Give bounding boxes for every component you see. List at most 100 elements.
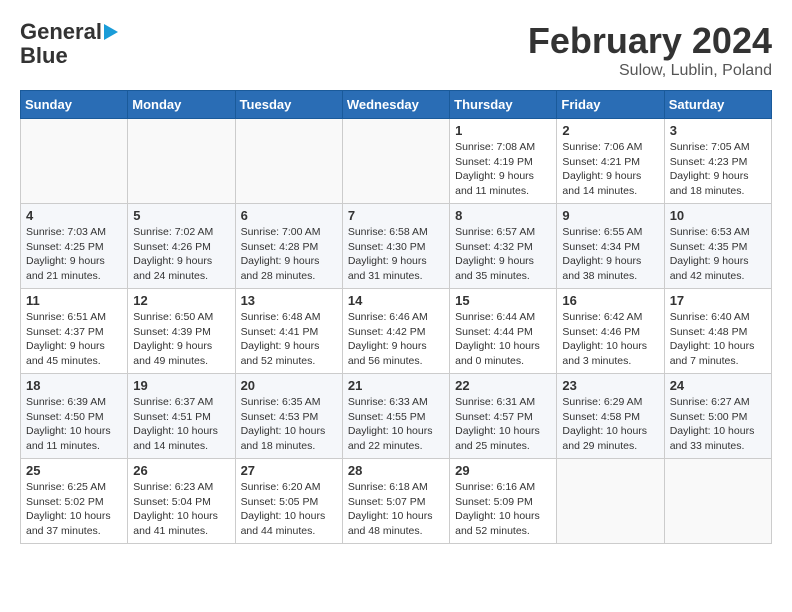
day-info: Sunrise: 7:06 AM Sunset: 4:21 PM Dayligh… <box>562 140 658 199</box>
header-saturday: Saturday <box>664 91 771 119</box>
calendar-cell: 29 Sunrise: 6:16 AM Sunset: 5:09 PM Dayli… <box>450 459 557 544</box>
logo: General Blue <box>20 20 118 68</box>
location: Sulow, Lublin, Poland <box>528 62 772 80</box>
day-number: 20 <box>241 378 337 393</box>
day-number: 6 <box>241 208 337 223</box>
page-header: General Blue February 2024 Sulow, Lublin… <box>20 20 772 80</box>
day-number: 2 <box>562 123 658 138</box>
day-info: Sunrise: 6:33 AM Sunset: 4:55 PM Dayligh… <box>348 395 444 454</box>
day-info: Sunrise: 6:23 AM Sunset: 5:04 PM Dayligh… <box>133 480 229 539</box>
calendar-header-row: SundayMondayTuesdayWednesdayThursdayFrid… <box>21 91 772 119</box>
calendar-cell: 14 Sunrise: 6:46 AM Sunset: 4:42 PM Dayli… <box>342 289 449 374</box>
calendar-week-1: 1 Sunrise: 7:08 AM Sunset: 4:19 PM Daylig… <box>21 119 772 204</box>
calendar-week-4: 18 Sunrise: 6:39 AM Sunset: 4:50 PM Dayli… <box>21 374 772 459</box>
day-number: 23 <box>562 378 658 393</box>
calendar-cell <box>664 459 771 544</box>
day-info: Sunrise: 6:42 AM Sunset: 4:46 PM Dayligh… <box>562 310 658 369</box>
day-number: 16 <box>562 293 658 308</box>
day-number: 27 <box>241 463 337 478</box>
calendar-cell: 27 Sunrise: 6:20 AM Sunset: 5:05 PM Dayli… <box>235 459 342 544</box>
day-number: 1 <box>455 123 551 138</box>
logo-text-blue: Blue <box>20 44 68 68</box>
calendar-table: SundayMondayTuesdayWednesdayThursdayFrid… <box>20 90 772 544</box>
day-number: 28 <box>348 463 444 478</box>
day-info: Sunrise: 6:58 AM Sunset: 4:30 PM Dayligh… <box>348 225 444 284</box>
calendar-cell: 28Sunrise: 6:18 AM Sunset: 5:07 PM Dayli… <box>342 459 449 544</box>
day-number: 12 <box>133 293 229 308</box>
calendar-cell: 7 Sunrise: 6:58 AM Sunset: 4:30 PM Daylig… <box>342 204 449 289</box>
header-tuesday: Tuesday <box>235 91 342 119</box>
day-number: 24 <box>670 378 766 393</box>
logo-text-general: General <box>20 20 102 44</box>
calendar-cell: 4 Sunrise: 7:03 AM Sunset: 4:25 PM Daylig… <box>21 204 128 289</box>
day-info: Sunrise: 6:40 AM Sunset: 4:48 PM Dayligh… <box>670 310 766 369</box>
day-number: 14 <box>348 293 444 308</box>
calendar-cell: 17 Sunrise: 6:40 AM Sunset: 4:48 PM Dayli… <box>664 289 771 374</box>
day-info: Sunrise: 7:03 AM Sunset: 4:25 PM Dayligh… <box>26 225 122 284</box>
calendar-cell: 8 Sunrise: 6:57 AM Sunset: 4:32 PM Daylig… <box>450 204 557 289</box>
day-number: 15 <box>455 293 551 308</box>
day-number: 11 <box>26 293 122 308</box>
calendar-cell: 2 Sunrise: 7:06 AM Sunset: 4:21 PM Daylig… <box>557 119 664 204</box>
day-number: 18 <box>26 378 122 393</box>
header-thursday: Thursday <box>450 91 557 119</box>
calendar-week-3: 11 Sunrise: 6:51 AM Sunset: 4:37 PM Dayli… <box>21 289 772 374</box>
calendar-cell: 9 Sunrise: 6:55 AM Sunset: 4:34 PM Daylig… <box>557 204 664 289</box>
day-number: 8 <box>455 208 551 223</box>
day-info: Sunrise: 6:20 AM Sunset: 5:05 PM Dayligh… <box>241 480 337 539</box>
calendar-cell: 1 Sunrise: 7:08 AM Sunset: 4:19 PM Daylig… <box>450 119 557 204</box>
calendar-cell: 25Sunrise: 6:25 AM Sunset: 5:02 PM Dayli… <box>21 459 128 544</box>
day-number: 29 <box>455 463 551 478</box>
day-info: Sunrise: 6:53 AM Sunset: 4:35 PM Dayligh… <box>670 225 766 284</box>
day-number: 9 <box>562 208 658 223</box>
calendar-cell <box>235 119 342 204</box>
calendar-cell: 13Sunrise: 6:48 AM Sunset: 4:41 PM Dayli… <box>235 289 342 374</box>
day-info: Sunrise: 6:55 AM Sunset: 4:34 PM Dayligh… <box>562 225 658 284</box>
calendar-cell: 10 Sunrise: 6:53 AM Sunset: 4:35 PM Dayli… <box>664 204 771 289</box>
calendar-cell: 11 Sunrise: 6:51 AM Sunset: 4:37 PM Dayli… <box>21 289 128 374</box>
day-number: 7 <box>348 208 444 223</box>
day-info: Sunrise: 6:29 AM Sunset: 4:58 PM Dayligh… <box>562 395 658 454</box>
calendar-cell: 6 Sunrise: 7:00 AM Sunset: 4:28 PM Daylig… <box>235 204 342 289</box>
day-info: Sunrise: 6:46 AM Sunset: 4:42 PM Dayligh… <box>348 310 444 369</box>
month-title: February 2024 <box>528 20 772 62</box>
calendar-cell: 21 Sunrise: 6:33 AM Sunset: 4:55 PM Dayli… <box>342 374 449 459</box>
calendar-cell: 23 Sunrise: 6:29 AM Sunset: 4:58 PM Dayli… <box>557 374 664 459</box>
day-number: 10 <box>670 208 766 223</box>
calendar-cell: 3Sunrise: 7:05 AM Sunset: 4:23 PM Daylig… <box>664 119 771 204</box>
header-monday: Monday <box>128 91 235 119</box>
day-number: 21 <box>348 378 444 393</box>
day-info: Sunrise: 6:51 AM Sunset: 4:37 PM Dayligh… <box>26 310 122 369</box>
day-number: 5 <box>133 208 229 223</box>
calendar-cell: 20Sunrise: 6:35 AM Sunset: 4:53 PM Dayli… <box>235 374 342 459</box>
calendar-cell: 19Sunrise: 6:37 AM Sunset: 4:51 PM Dayli… <box>128 374 235 459</box>
day-info: Sunrise: 6:39 AM Sunset: 4:50 PM Dayligh… <box>26 395 122 454</box>
day-number: 3 <box>670 123 766 138</box>
day-info: Sunrise: 7:00 AM Sunset: 4:28 PM Dayligh… <box>241 225 337 284</box>
header-wednesday: Wednesday <box>342 91 449 119</box>
title-section: February 2024 Sulow, Lublin, Poland <box>528 20 772 80</box>
calendar-cell <box>557 459 664 544</box>
calendar-cell: 18 Sunrise: 6:39 AM Sunset: 4:50 PM Dayli… <box>21 374 128 459</box>
day-info: Sunrise: 6:44 AM Sunset: 4:44 PM Dayligh… <box>455 310 551 369</box>
calendar-cell: 15 Sunrise: 6:44 AM Sunset: 4:44 PM Dayli… <box>450 289 557 374</box>
day-info: Sunrise: 6:57 AM Sunset: 4:32 PM Dayligh… <box>455 225 551 284</box>
calendar-week-5: 25Sunrise: 6:25 AM Sunset: 5:02 PM Dayli… <box>21 459 772 544</box>
day-info: Sunrise: 6:48 AM Sunset: 4:41 PM Dayligh… <box>241 310 337 369</box>
day-number: 17 <box>670 293 766 308</box>
day-info: Sunrise: 7:02 AM Sunset: 4:26 PM Dayligh… <box>133 225 229 284</box>
header-sunday: Sunday <box>21 91 128 119</box>
calendar-week-2: 4 Sunrise: 7:03 AM Sunset: 4:25 PM Daylig… <box>21 204 772 289</box>
calendar-cell: 22 Sunrise: 6:31 AM Sunset: 4:57 PM Dayli… <box>450 374 557 459</box>
day-number: 25 <box>26 463 122 478</box>
day-info: Sunrise: 6:31 AM Sunset: 4:57 PM Dayligh… <box>455 395 551 454</box>
calendar-cell <box>21 119 128 204</box>
calendar-cell <box>342 119 449 204</box>
day-info: Sunrise: 6:16 AM Sunset: 5:09 PM Dayligh… <box>455 480 551 539</box>
day-info: Sunrise: 7:08 AM Sunset: 4:19 PM Dayligh… <box>455 140 551 199</box>
day-number: 4 <box>26 208 122 223</box>
header-friday: Friday <box>557 91 664 119</box>
calendar-cell <box>128 119 235 204</box>
day-number: 22 <box>455 378 551 393</box>
day-info: Sunrise: 6:50 AM Sunset: 4:39 PM Dayligh… <box>133 310 229 369</box>
